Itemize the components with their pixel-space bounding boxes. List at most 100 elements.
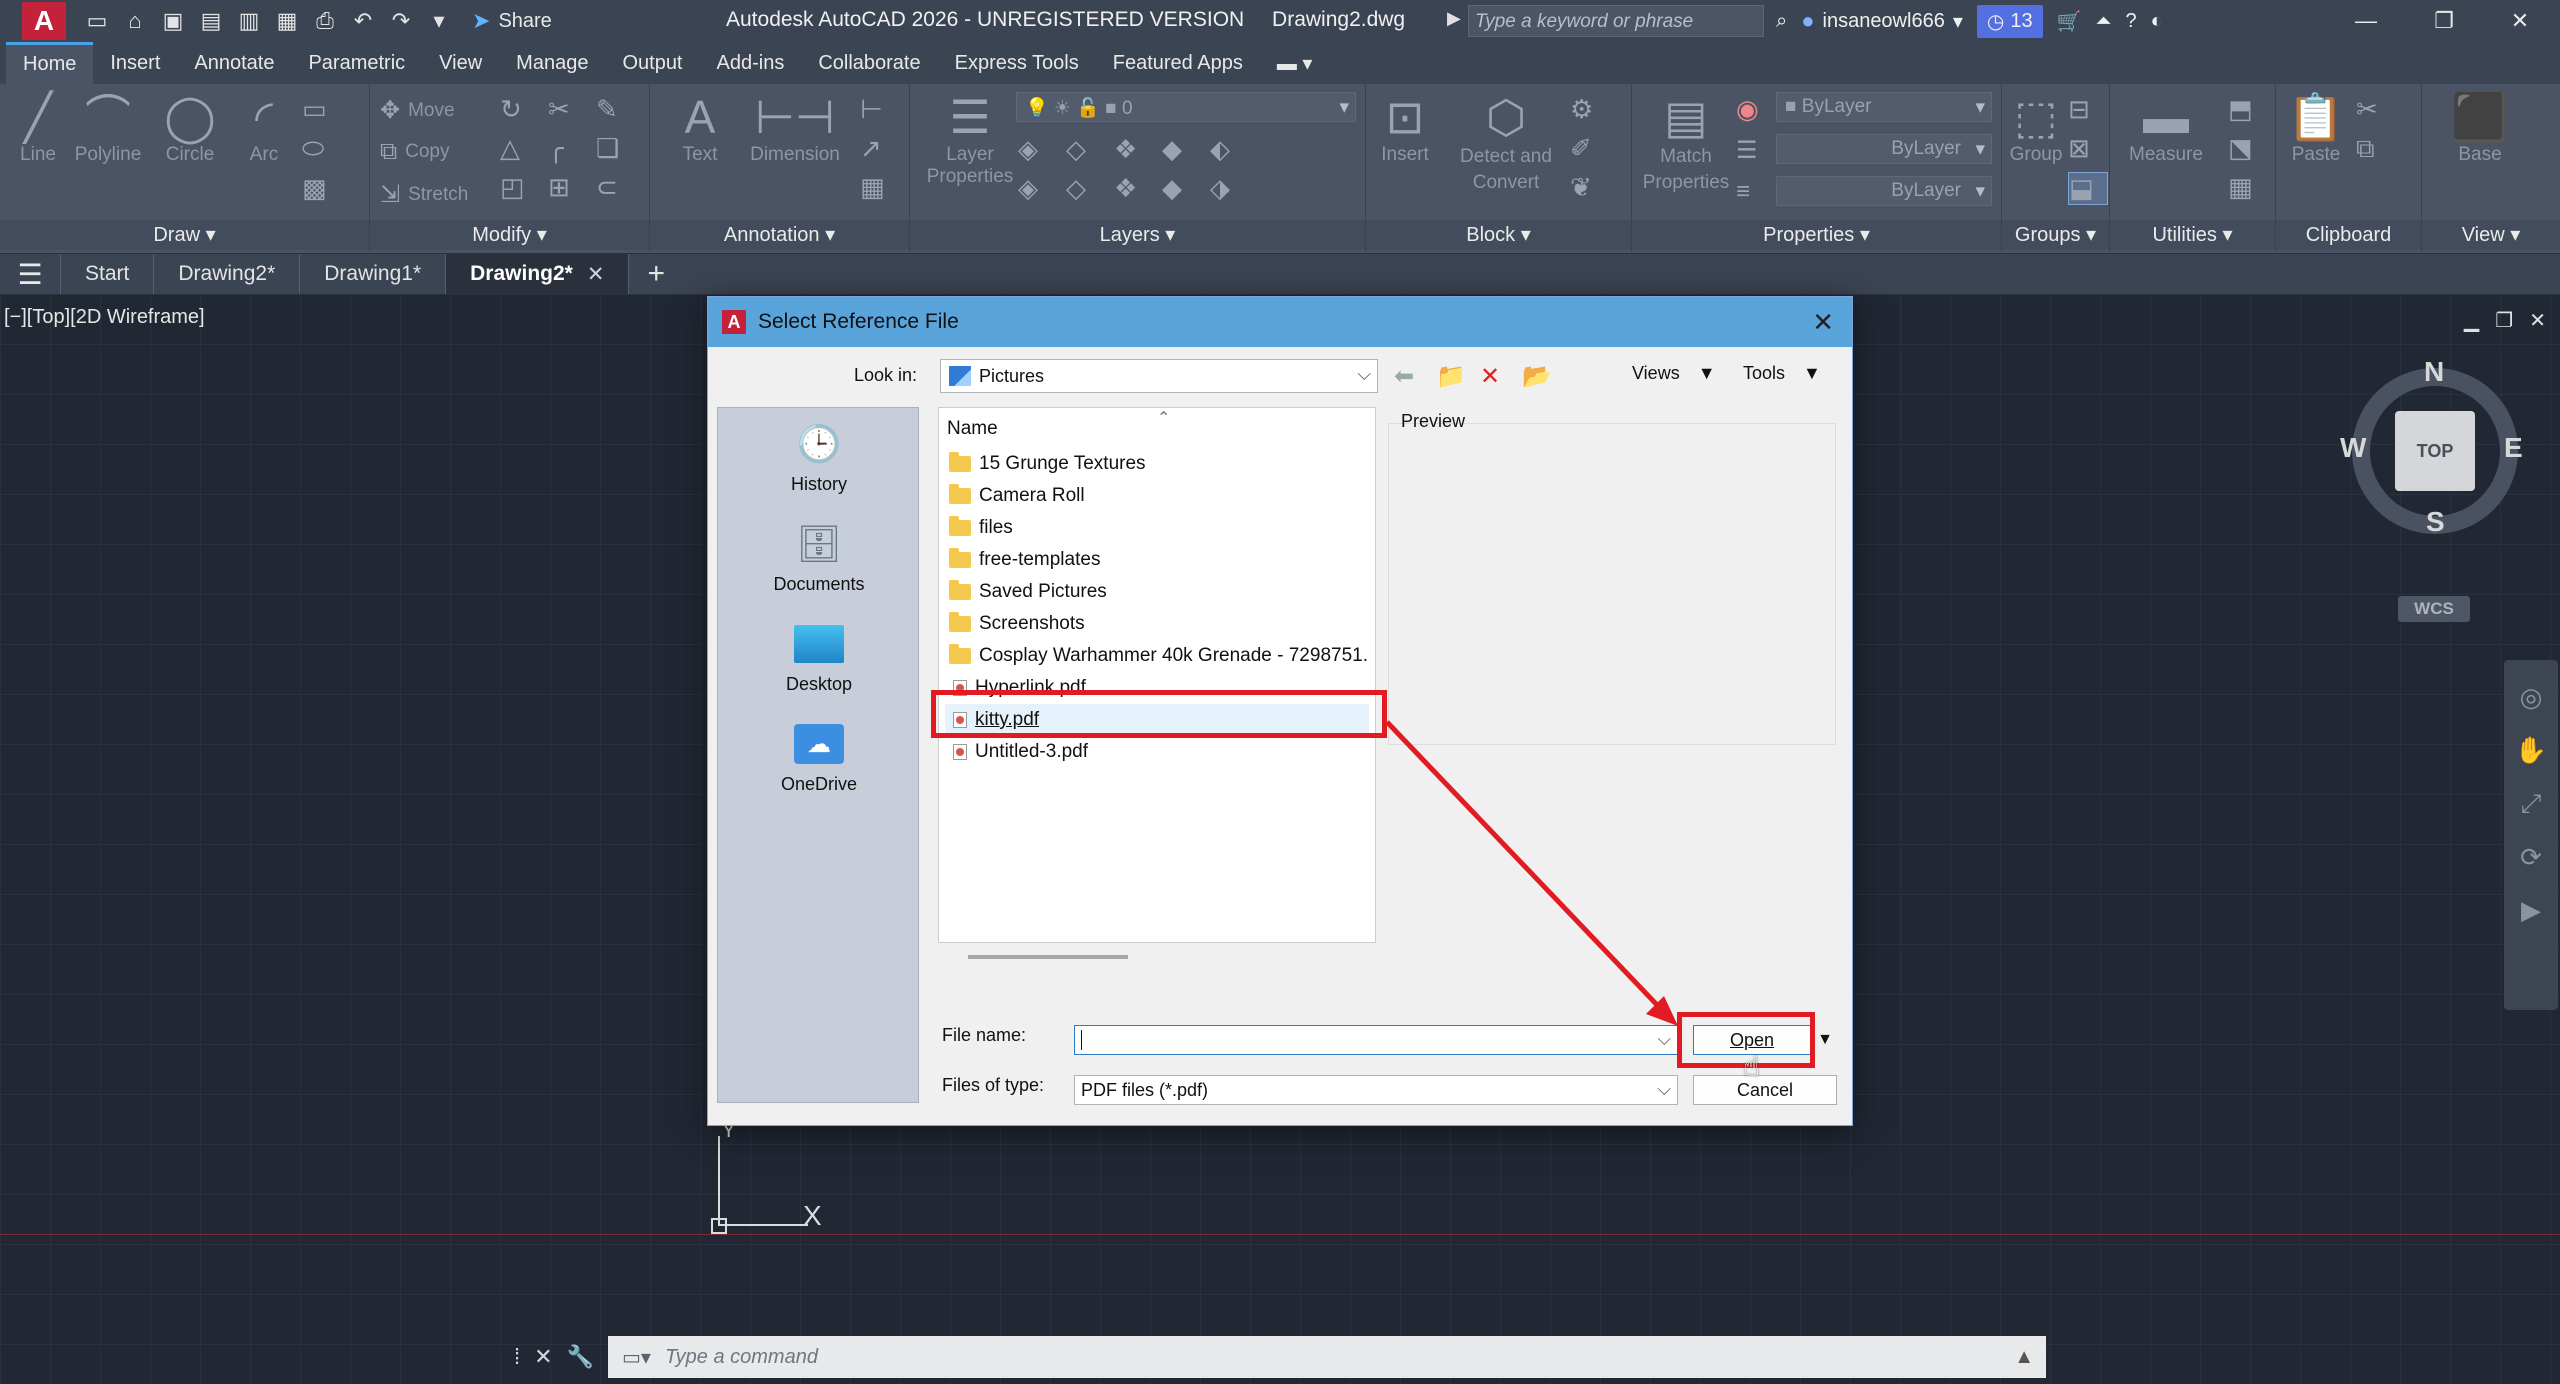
list-item[interactable]: Untitled-3.pdf xyxy=(945,736,1369,768)
list-item[interactable]: files xyxy=(945,512,1369,544)
group-selection-icon[interactable]: ⬓ xyxy=(2068,172,2108,205)
zoom-extents-icon[interactable]: ⤢ xyxy=(2504,788,2558,820)
layer-unlock-icon[interactable]: ◆ xyxy=(1162,173,1202,204)
tab-drawing1[interactable]: Drawing1* xyxy=(299,254,445,294)
list-item[interactable]: 15 Grunge Textures xyxy=(945,448,1369,480)
measure-tool[interactable]: ▬ Measure xyxy=(2116,90,2216,166)
calculator-icon[interactable]: ▦ xyxy=(2228,172,2268,203)
layer-properties-tool[interactable]: ☰ Layer Properties xyxy=(918,90,1022,188)
place-history[interactable]: 🕒 History xyxy=(718,420,920,495)
place-desktop[interactable]: Desktop xyxy=(718,620,920,695)
drag-handle-icon[interactable]: ⁞ xyxy=(514,1344,520,1370)
tab-manage[interactable]: Manage xyxy=(499,42,605,84)
rectangle-icon[interactable]: ▭ xyxy=(302,94,342,125)
customize-wrench-icon[interactable]: 🔧 xyxy=(567,1344,594,1370)
layer-match-icon[interactable]: ⬖ xyxy=(1210,134,1250,165)
cart-icon[interactable]: 🛒 xyxy=(2057,9,2082,34)
command-input[interactable]: ▭▾ Type a command ▲ xyxy=(608,1336,2046,1378)
tab-collaborate[interactable]: Collaborate xyxy=(801,42,937,84)
horizontal-scrollbar[interactable] xyxy=(968,955,1128,959)
leader-icon[interactable]: ⊢ xyxy=(860,94,900,125)
viewcube-top-face[interactable]: TOP xyxy=(2395,411,2475,491)
circle-tool[interactable]: ◯ Circle xyxy=(152,90,228,166)
create-block-icon[interactable]: ⚙ xyxy=(1570,94,1610,125)
minimize-button[interactable]: — xyxy=(2326,0,2406,42)
ellipse-icon[interactable]: ⬭ xyxy=(302,133,342,165)
tools-menu-button[interactable]: Tools ▼ xyxy=(1743,363,1821,384)
redo-icon[interactable]: ↷ xyxy=(384,4,418,38)
select-all-icon[interactable]: ⬔ xyxy=(2228,133,2268,164)
modify-panel-title[interactable]: Modify ▾ xyxy=(370,220,649,250)
move-tool[interactable]: ✥ Move xyxy=(380,96,455,125)
scale-icon[interactable]: ◰ xyxy=(500,172,540,203)
compass-west[interactable]: W xyxy=(2340,432,2366,464)
new-tab-button[interactable]: + xyxy=(628,254,683,294)
list-item[interactable]: Cosplay Warhammer 40k Grenade - 7298751. xyxy=(945,640,1369,672)
color-dropdown[interactable]: ■ ByLayer xyxy=(1776,92,1992,122)
recent-commands-icon[interactable]: ▭▾ xyxy=(622,1345,651,1370)
delete-icon[interactable]: ✕ xyxy=(1480,359,1500,393)
customize-toolbar-icon[interactable]: ▾ xyxy=(422,4,456,38)
view-panel-title[interactable]: View ▾ xyxy=(2422,220,2560,250)
explode-icon[interactable]: ❏ xyxy=(596,133,636,164)
linetype-dropdown[interactable]: ByLayer xyxy=(1776,134,1992,164)
draw-panel-title[interactable]: Draw ▾ xyxy=(0,220,369,250)
place-documents[interactable]: 🗄 Documents xyxy=(718,520,920,595)
cancel-button[interactable]: Cancel xyxy=(1693,1075,1837,1105)
search-icon[interactable]: ⌕ xyxy=(1776,10,1787,33)
views-menu-button[interactable]: Views ▼ xyxy=(1632,363,1716,384)
tab-annotate[interactable]: Annotate xyxy=(177,42,291,84)
layers-panel-title[interactable]: Layers ▾ xyxy=(910,220,1365,250)
multileader-icon[interactable]: ↗ xyxy=(860,133,900,164)
tab-home[interactable]: Home xyxy=(6,42,94,84)
list-item[interactable]: free-templates xyxy=(945,544,1369,576)
viewcube[interactable]: TOP N S W E xyxy=(2340,356,2530,546)
list-item[interactable]: Camera Roll xyxy=(945,480,1369,512)
layer-thaw-icon[interactable]: ❖ xyxy=(1114,173,1154,204)
layer-unisolate-icon[interactable]: ◈ xyxy=(1018,173,1058,204)
group-tool[interactable]: ⬚ Group xyxy=(2006,90,2066,166)
layer-off-icon[interactable]: ◇ xyxy=(1066,134,1106,165)
new-folder-icon[interactable]: 📂 xyxy=(1522,359,1552,393)
export-icon[interactable]: ▥ xyxy=(232,4,266,38)
edit-block-icon[interactable]: ✐ xyxy=(1570,133,1610,164)
help-icon[interactable]: ? xyxy=(2125,10,2136,33)
compass-south[interactable]: S xyxy=(2426,506,2445,538)
tab-parametric[interactable]: Parametric xyxy=(291,42,422,84)
quick-select-icon[interactable]: ⬒ xyxy=(2228,94,2268,125)
list-item[interactable]: Saved Pictures xyxy=(945,576,1369,608)
list-item[interactable]: Screenshots xyxy=(945,608,1369,640)
user-account[interactable]: ● insaneowl666 ▾ xyxy=(1801,8,1963,34)
text-tool[interactable]: A Text xyxy=(670,90,730,166)
mirror-icon[interactable]: △ xyxy=(500,133,540,164)
layer-iso-icon[interactable]: ◈ xyxy=(1018,134,1058,165)
tab-output[interactable]: Output xyxy=(605,42,699,84)
steering-wheel-icon[interactable]: ◎ xyxy=(2504,682,2558,713)
wcs-menu[interactable]: WCS xyxy=(2398,596,2470,622)
tab-insert[interactable]: Insert xyxy=(93,42,177,84)
autodesk-app-icon[interactable]: ⏶ xyxy=(2095,10,2111,33)
open-options-dropdown-icon[interactable]: ▼ xyxy=(1816,1025,1834,1055)
place-onedrive[interactable]: ☁ OneDrive xyxy=(718,720,920,795)
compass-north[interactable]: N xyxy=(2424,356,2444,388)
line-tool[interactable]: ╱ Line xyxy=(8,90,68,166)
viewport-controls-label[interactable]: [−][Top][2D Wireframe] xyxy=(4,306,205,329)
close-command-line-icon[interactable]: ✕ xyxy=(534,1344,552,1370)
plot-icon[interactable]: ⎙ xyxy=(308,4,342,38)
save-icon[interactable]: ▣ xyxy=(156,4,190,38)
help-search-input[interactable]: Type a keyword or phrase xyxy=(1468,5,1764,37)
tab-start[interactable]: Start xyxy=(60,254,153,294)
tab-express-tools[interactable]: Express Tools xyxy=(938,42,1096,84)
publish-icon[interactable]: ▦ xyxy=(270,4,304,38)
viewport-restore-icon[interactable]: ❐ xyxy=(2495,308,2513,333)
tab-add-ins[interactable]: Add-ins xyxy=(700,42,802,84)
arc-tool[interactable]: ◜ Arc xyxy=(232,90,296,166)
search-expand-icon[interactable]: ▶ xyxy=(1447,8,1461,29)
orbit-icon[interactable]: ⟳ xyxy=(2504,842,2558,873)
tab-drawing2-a[interactable]: Drawing2* xyxy=(153,254,299,294)
hatch-icon[interactable]: ▩ xyxy=(302,173,342,204)
ribbon-options-icon[interactable]: ▬ ▾ xyxy=(1260,42,1330,84)
layer-freeze-icon[interactable]: ❖ xyxy=(1114,134,1154,165)
new-file-icon[interactable]: ▭ xyxy=(80,4,114,38)
edit-attributes-icon[interactable]: ❦ xyxy=(1570,172,1610,203)
